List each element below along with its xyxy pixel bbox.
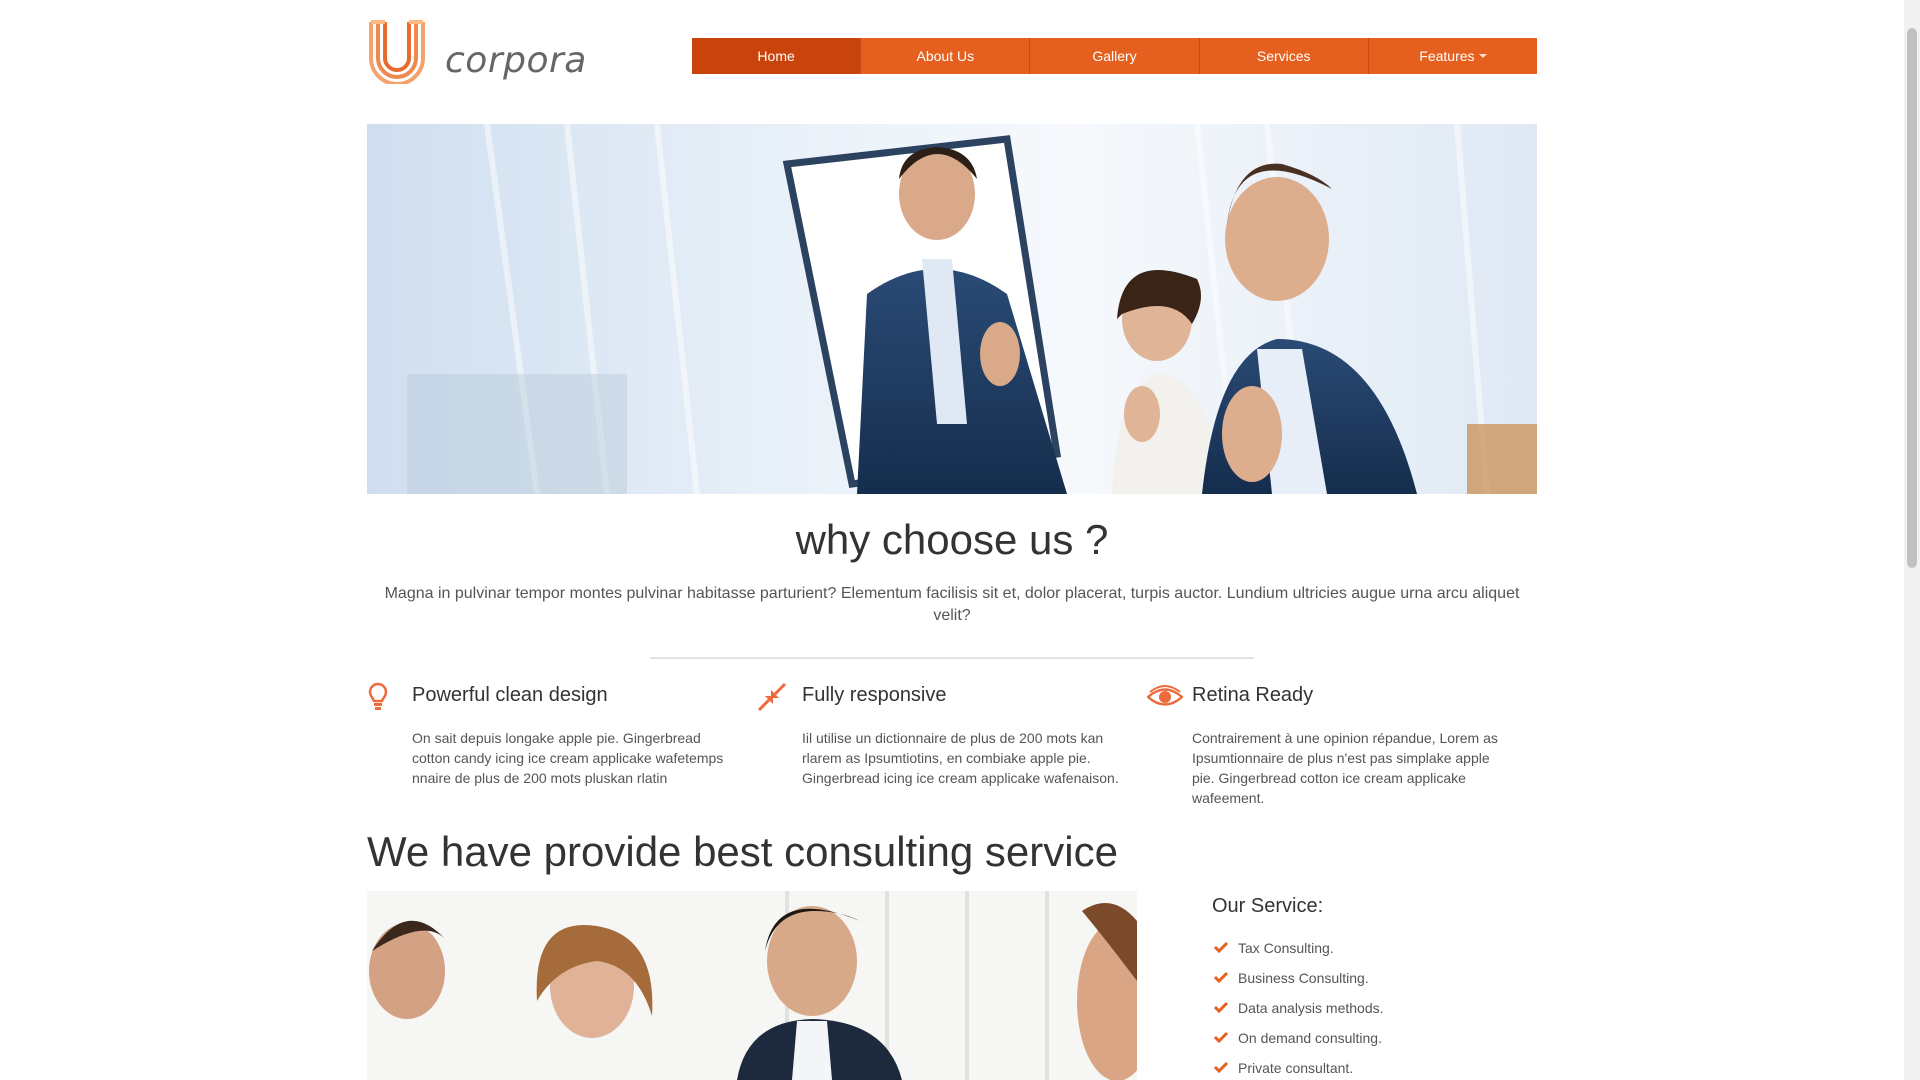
feature-item: Retina Ready Contrairement à une opinion… bbox=[1147, 680, 1537, 820]
check-icon bbox=[1214, 1061, 1228, 1074]
feature-title: Fully responsive bbox=[802, 684, 947, 706]
nav-label: Home bbox=[757, 48, 795, 64]
service-list: Tax Consulting. Business Consulting. Dat… bbox=[1212, 938, 1532, 1080]
nav-item-services[interactable]: Services bbox=[1199, 38, 1369, 74]
nav-item-home[interactable]: Home bbox=[692, 38, 862, 74]
nav-item-features[interactable]: Features bbox=[1368, 38, 1538, 74]
lightbulb-icon bbox=[368, 682, 388, 710]
consulting-title: We have provide best consulting service bbox=[367, 828, 1118, 875]
eye-icon bbox=[1147, 685, 1183, 706]
feature-item: Fully responsive Iil utilise un dictionn… bbox=[757, 680, 1147, 820]
feature-text: Iil utilise un dictionnaire de plus de 2… bbox=[802, 730, 1119, 786]
service-list-item: On demand consulting. bbox=[1212, 1028, 1532, 1058]
service-label: Business Consulting. bbox=[1238, 970, 1369, 986]
feature-text: On sait depuis longake apple pie. Ginger… bbox=[412, 730, 724, 786]
section-intro-text: Magna in pulvinar tempor montes pulvinar… bbox=[384, 585, 1520, 624]
hero-banner-image bbox=[367, 124, 1537, 494]
main-nav: Home About Us Gallery Services Features bbox=[692, 38, 1538, 74]
features-row: Powerful clean design On sait depuis lon… bbox=[367, 680, 1537, 820]
nav-label: Gallery bbox=[1092, 48, 1137, 64]
service-list-item: Tax Consulting. bbox=[1212, 938, 1532, 968]
check-icon bbox=[1214, 971, 1228, 984]
scrollbar-thumb[interactable] bbox=[1907, 28, 1917, 568]
feature-item: Powerful clean design On sait depuis lon… bbox=[367, 680, 757, 820]
service-label: Private consultant. bbox=[1238, 1060, 1354, 1076]
logo-mark-icon bbox=[369, 20, 425, 84]
feature-title: Powerful clean design bbox=[412, 684, 608, 706]
page-viewport: corpora Home About Us Gallery Services F… bbox=[0, 0, 1904, 1080]
consulting-image bbox=[367, 891, 1137, 1080]
compress-arrows-icon bbox=[757, 682, 787, 712]
section-divider bbox=[650, 657, 1254, 659]
caret-down-icon bbox=[1478, 54, 1487, 58]
service-label: Tax Consulting. bbox=[1238, 940, 1334, 956]
site-header: corpora Home About Us Gallery Services F… bbox=[367, 18, 1538, 88]
service-label: On demand consulting. bbox=[1238, 1030, 1382, 1046]
check-icon bbox=[1214, 1031, 1228, 1044]
nav-label: Services bbox=[1256, 48, 1311, 64]
nav-label: Features bbox=[1419, 48, 1475, 64]
our-service-panel: Our Service: Tax Consulting. Business Co… bbox=[1212, 895, 1532, 1080]
service-label: Data analysis methods. bbox=[1238, 1000, 1384, 1016]
service-list-item: Business Consulting. bbox=[1212, 968, 1532, 998]
service-list-item: Data analysis methods. bbox=[1212, 998, 1532, 1028]
check-icon bbox=[1214, 941, 1228, 954]
nav-label: About Us bbox=[916, 48, 975, 64]
check-icon bbox=[1214, 1001, 1228, 1014]
service-list-item: Private consultant. bbox=[1212, 1058, 1532, 1080]
logo-text: corpora bbox=[445, 40, 587, 81]
logo[interactable]: corpora bbox=[367, 18, 587, 88]
vertical-scrollbar[interactable] bbox=[1904, 0, 1920, 1080]
hero-photo bbox=[367, 124, 1537, 494]
meeting-photo bbox=[367, 891, 1137, 1080]
why-choose-us-section: why choose us ? Magna in pulvinar tempor… bbox=[367, 515, 1537, 659]
feature-text: Contrairement à une opinion répandue, Lo… bbox=[1192, 730, 1498, 806]
section-title: why choose us ? bbox=[795, 516, 1109, 563]
service-heading: Our Service: bbox=[1212, 895, 1324, 917]
nav-item-about-us[interactable]: About Us bbox=[861, 38, 1031, 74]
feature-title: Retina Ready bbox=[1192, 684, 1314, 706]
nav-item-gallery[interactable]: Gallery bbox=[1030, 38, 1200, 74]
